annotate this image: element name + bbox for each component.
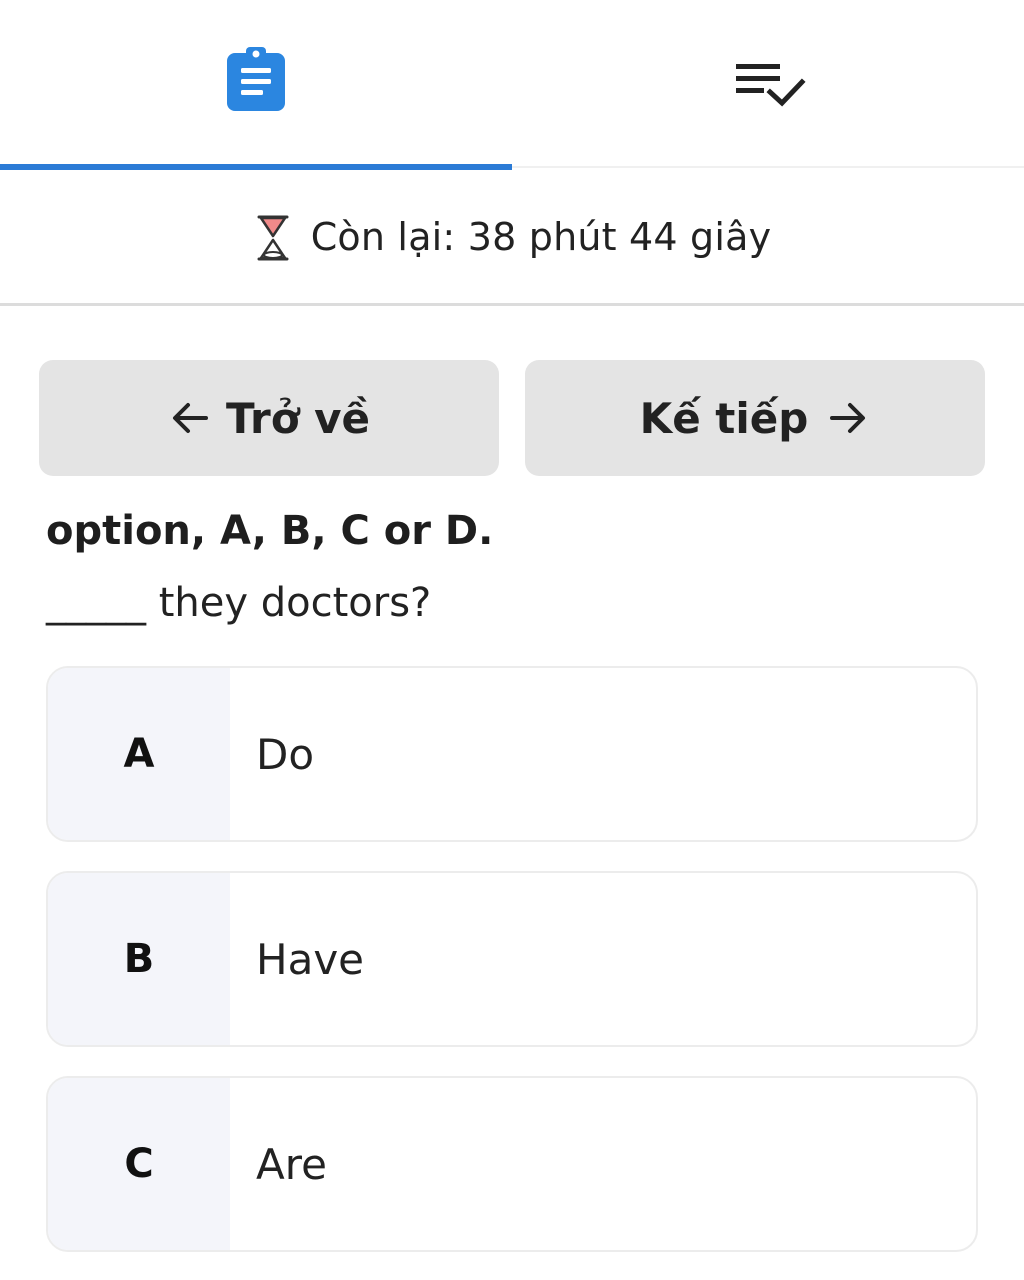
- option-text: Are: [256, 1139, 327, 1189]
- next-button-label: Kế tiếp: [639, 393, 809, 443]
- option-a[interactable]: A Do: [46, 666, 978, 842]
- tab-bar: [0, 0, 1024, 170]
- playlist-check-icon: [736, 64, 806, 107]
- question-instruction: option, A, B, C or D.: [46, 508, 494, 554]
- tab-questions[interactable]: [0, 0, 512, 170]
- back-button[interactable]: Trở về: [39, 360, 499, 476]
- option-letter: A: [48, 668, 230, 840]
- next-button[interactable]: Kế tiếp: [525, 360, 985, 476]
- option-b[interactable]: B Have: [46, 871, 978, 1047]
- option-letter: C: [48, 1078, 230, 1250]
- option-letter: B: [48, 873, 230, 1045]
- tab-divider: [512, 166, 1024, 168]
- arrow-right-icon: [830, 403, 866, 433]
- arrow-left-icon: [172, 403, 208, 433]
- hourglass-icon: [257, 215, 289, 260]
- option-text: Do: [256, 729, 315, 779]
- option-c[interactable]: C Are: [46, 1076, 978, 1252]
- tab-review[interactable]: [512, 0, 1024, 170]
- clipboard-icon: [227, 47, 285, 111]
- back-button-label: Trở về: [225, 393, 371, 443]
- option-text: Have: [256, 934, 365, 984]
- timer-bar: Còn lại: 38 phút 44 giây: [0, 170, 1024, 306]
- question-text: _____ they doctors?: [46, 580, 432, 626]
- time-remaining-text: Còn lại: 38 phút 44 giây: [310, 214, 772, 259]
